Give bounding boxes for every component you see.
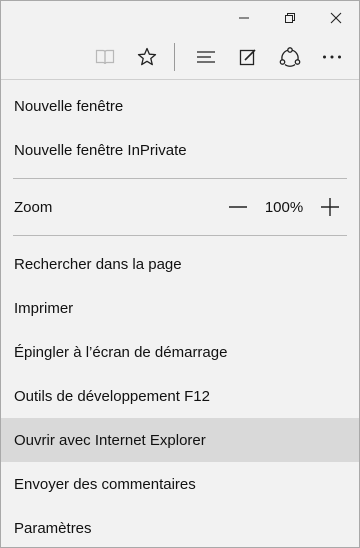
reading-view-icon: [95, 49, 115, 65]
web-note-button[interactable]: [227, 37, 269, 77]
more-actions-button[interactable]: [311, 37, 353, 77]
menu-item-label: Nouvelle fenêtre InPrivate: [14, 141, 187, 159]
plus-icon: [321, 198, 339, 216]
zoom-controls: 100%: [221, 185, 347, 229]
menu-item-new-inprivate[interactable]: Nouvelle fenêtre InPrivate: [1, 128, 359, 172]
menu-item-find-in-page[interactable]: Rechercher dans la page: [1, 242, 359, 286]
minus-icon: [229, 206, 247, 208]
menu-item-label: Épingler à l’écran de démarrage: [14, 343, 228, 361]
hub-icon: [197, 51, 215, 63]
menu-item-new-window[interactable]: Nouvelle fenêtre: [1, 84, 359, 128]
close-button[interactable]: [313, 1, 359, 35]
menu-item-label: Paramètres: [14, 519, 92, 537]
more-actions-icon: [323, 55, 341, 59]
zoom-label: Zoom: [14, 198, 53, 216]
zoom-row: Zoom 100%: [1, 185, 359, 229]
menu-item-label: Nouvelle fenêtre: [14, 97, 124, 115]
hub-button[interactable]: [185, 37, 227, 77]
title-bar: [1, 1, 359, 35]
reading-view-button[interactable]: [84, 37, 126, 77]
favorites-star-icon: [137, 47, 157, 66]
restore-button[interactable]: [267, 1, 313, 35]
menu-item-label: Outils de développement F12: [14, 387, 210, 405]
menu-item-send-feedback[interactable]: Envoyer des commentaires: [1, 462, 359, 506]
menu-item-settings[interactable]: Paramètres: [1, 506, 359, 547]
menu-item-label: Envoyer des commentaires: [14, 475, 196, 493]
menu-separator: [13, 178, 347, 179]
restore-icon: [285, 13, 295, 23]
menu-item-label: Imprimer: [14, 299, 74, 317]
zoom-value: 100%: [264, 198, 304, 216]
zoom-out-button[interactable]: [221, 190, 255, 224]
toolbar-separator: [174, 43, 175, 71]
menu-item-pin-to-start[interactable]: Épingler à l’écran de démarrage: [1, 330, 359, 374]
menu-item-label: Ouvrir avec Internet Explorer: [14, 431, 206, 449]
more-actions-menu: Nouvelle fenêtre Nouvelle fenêtre InPriv…: [1, 79, 359, 547]
share-icon: [279, 47, 301, 67]
browser-window: Nouvelle fenêtre Nouvelle fenêtre InPriv…: [0, 0, 360, 548]
menu-separator: [13, 235, 347, 236]
web-note-icon: [239, 49, 256, 66]
menu-item-print[interactable]: Imprimer: [1, 286, 359, 330]
menu-item-dev-tools[interactable]: Outils de développement F12: [1, 374, 359, 418]
minimize-button[interactable]: [221, 1, 267, 35]
share-button[interactable]: [269, 37, 311, 77]
close-icon: [330, 12, 342, 24]
minimize-icon: [239, 17, 249, 19]
menu-item-open-ie[interactable]: Ouvrir avec Internet Explorer: [1, 418, 359, 462]
browser-toolbar: [1, 35, 359, 79]
menu-item-label: Rechercher dans la page: [14, 255, 182, 273]
favorites-button[interactable]: [126, 37, 168, 77]
zoom-in-button[interactable]: [313, 190, 347, 224]
